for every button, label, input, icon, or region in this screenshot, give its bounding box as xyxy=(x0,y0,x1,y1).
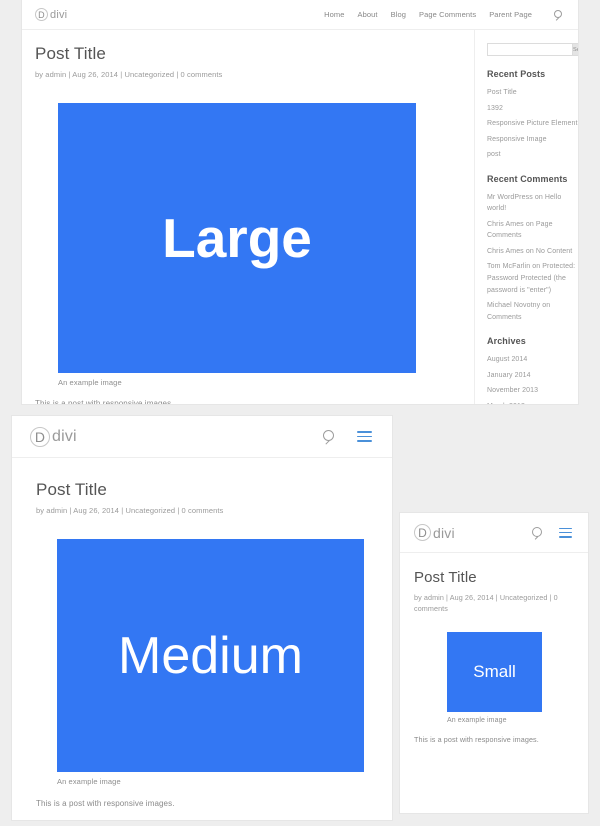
widget-title-archives: Archives xyxy=(487,336,526,347)
post-figure-small: Small An example image xyxy=(414,632,574,724)
list-item[interactable]: January 2014 xyxy=(487,370,578,382)
menu-bar xyxy=(357,440,372,442)
widget-recent-comments: Recent Comments Mr WordPress on Hello wo… xyxy=(487,174,578,323)
logo-text: divi xyxy=(52,427,77,445)
site-header-desktop: D divi Home About Blog Page Comments Par… xyxy=(22,0,578,30)
nav-item-parent-page[interactable]: Parent Page xyxy=(489,10,532,19)
post-content-mobile: Post Title by admin | Aug 26, 2014 | Unc… xyxy=(400,553,588,744)
post-body-text: This is a post with responsive images. xyxy=(35,399,174,404)
nav-item-page-comments[interactable]: Page Comments xyxy=(419,10,476,19)
post-meta: by admin | Aug 26, 2014 | Uncategorized … xyxy=(36,506,224,515)
page-title: Post Title xyxy=(36,480,107,499)
site-header-tablet: D divi xyxy=(12,416,392,458)
list-item[interactable]: Michael Novotny on Comments xyxy=(487,300,578,323)
list-item[interactable]: Responsive Image xyxy=(487,134,578,146)
responsive-image-large: Large xyxy=(58,103,416,373)
hamburger-menu-icon[interactable] xyxy=(357,431,372,442)
page-title: Post Title xyxy=(35,44,106,63)
post-content-tablet: Post Title by admin | Aug 26, 2014 | Unc… xyxy=(12,458,392,808)
list-item[interactable]: November 2013 xyxy=(487,385,578,397)
menu-bar xyxy=(357,431,372,433)
page-body-desktop: Post Title by admin | Aug 26, 2014 | Unc… xyxy=(22,30,578,404)
header-actions-mobile xyxy=(532,526,572,540)
logo-mark-icon: D xyxy=(35,8,48,21)
menu-bar xyxy=(559,531,572,534)
post-meta: by admin | Aug 26, 2014 | Uncategorized … xyxy=(35,70,223,79)
list-item[interactable]: August 2014 xyxy=(487,354,578,366)
responsive-image-small: Small xyxy=(447,632,542,713)
responsive-image-medium: Medium xyxy=(57,539,364,772)
menu-bar xyxy=(357,435,372,438)
header-actions-tablet xyxy=(323,429,372,445)
nav-item-home[interactable]: Home xyxy=(324,10,344,19)
hamburger-menu-icon[interactable] xyxy=(559,527,572,538)
list-item[interactable]: Tom McFarlin on Protected: Password Prot… xyxy=(487,261,578,296)
post-figure-large: Large An example image xyxy=(35,103,452,387)
search-button[interactable]: Search xyxy=(572,43,578,56)
page-title: Post Title xyxy=(414,569,477,586)
widget-title-recent-comments: Recent Comments xyxy=(487,173,568,184)
widget-recent-posts: Recent Posts Post Title 1392 Responsive … xyxy=(487,69,578,161)
widget-title-recent-posts: Recent Posts xyxy=(487,69,546,79)
list-item[interactable]: Chris Ames on No Content xyxy=(487,246,578,258)
page-body-tablet: Post Title by admin | Aug 26, 2014 | Unc… xyxy=(12,458,392,808)
widget-archives: Archives August 2014 January 2014 Novemb… xyxy=(487,336,578,404)
post-body-text: This is a post with responsive images. xyxy=(414,735,539,745)
desktop-viewport-panel: D divi Home About Blog Page Comments Par… xyxy=(22,0,578,404)
list-item[interactable]: 1392 xyxy=(487,103,578,115)
image-caption: An example image xyxy=(447,717,507,725)
list-item[interactable]: post xyxy=(487,149,578,161)
post-body-text: This is a post with responsive images. xyxy=(36,799,175,808)
sidebar: Search Recent Posts Post Title 1392 Resp… xyxy=(474,30,578,404)
recent-comments-list: Mr WordPress on Hello world! Chris Ames … xyxy=(487,192,578,323)
list-item[interactable]: Mr WordPress on Hello world! xyxy=(487,192,578,215)
image-caption: An example image xyxy=(57,777,121,786)
logo-text: divi xyxy=(433,524,455,541)
nav-item-about[interactable]: About xyxy=(358,10,378,19)
list-item[interactable]: Responsive Picture Element xyxy=(487,118,578,130)
search-input[interactable] xyxy=(487,43,572,56)
page-body-mobile: Post Title by admin | Aug 26, 2014 | Unc… xyxy=(400,553,588,744)
search-icon[interactable] xyxy=(554,9,564,21)
recent-posts-list: Post Title 1392 Responsive Picture Eleme… xyxy=(487,87,578,161)
menu-bar xyxy=(559,535,572,538)
main-navigation: Home About Blog Page Comments Parent Pag… xyxy=(324,9,564,21)
site-header-mobile: D divi xyxy=(400,513,588,553)
search-icon[interactable] xyxy=(323,429,337,445)
logo-text: divi xyxy=(50,8,68,21)
list-item[interactable]: Post Title xyxy=(487,87,578,99)
sidebar-search-widget: Search xyxy=(487,43,578,56)
site-logo[interactable]: D divi xyxy=(35,8,67,21)
mobile-viewport-panel: D divi Post Title by admin | Aug 26, 201… xyxy=(400,513,588,813)
archives-list: August 2014 January 2014 November 2013 M… xyxy=(487,354,578,404)
post-content-desktop: Post Title by admin | Aug 26, 2014 | Unc… xyxy=(22,30,474,404)
tablet-viewport-panel: D divi Post Title by admin | Aug 26, 201… xyxy=(12,416,392,820)
site-logo[interactable]: D divi xyxy=(30,426,77,447)
nav-item-blog[interactable]: Blog xyxy=(391,10,406,19)
post-meta: by admin | Aug 26, 2014 | Uncategorized … xyxy=(414,593,558,614)
image-caption: An example image xyxy=(58,378,122,387)
logo-mark-icon: D xyxy=(414,524,431,541)
menu-bar xyxy=(559,527,572,530)
search-icon-lens xyxy=(323,429,334,441)
list-item[interactable]: March 2013 xyxy=(487,401,578,404)
post-figure-medium: Medium An example image xyxy=(36,539,368,786)
search-icon[interactable] xyxy=(532,526,544,540)
site-logo[interactable]: D divi xyxy=(414,524,455,541)
logo-mark-icon: D xyxy=(30,426,50,447)
list-item[interactable]: Chris Ames on Page Comments xyxy=(487,219,578,242)
